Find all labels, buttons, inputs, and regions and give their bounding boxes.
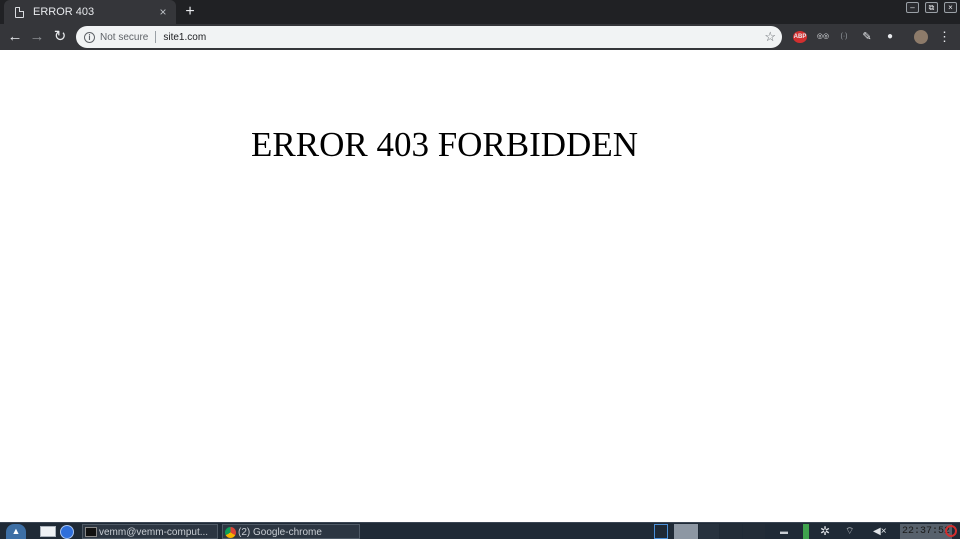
terminal-icon: [85, 527, 97, 538]
tab-title: ERROR 403: [33, 6, 95, 18]
page-title: ERROR 403 FORBIDDEN: [251, 125, 638, 164]
settings-icon[interactable]: ✲: [820, 524, 834, 539]
battery-icon[interactable]: [803, 524, 809, 539]
minimize-button[interactable]: –: [906, 2, 919, 13]
taskbar-item-terminal[interactable]: vemm@vemm-comput...: [82, 524, 218, 539]
volume-muted-icon[interactable]: ◀×: [873, 524, 889, 539]
tab-strip: ERROR 403 × + – ⧉ ×: [0, 0, 960, 24]
forward-button[interactable]: →: [27, 26, 47, 48]
restore-button[interactable]: ⧉: [925, 2, 938, 13]
page-content: ERROR 403 FORBIDDEN: [0, 50, 960, 522]
new-tab-button[interactable]: +: [181, 2, 199, 22]
workspace-3[interactable]: [720, 524, 742, 539]
arch-start-icon[interactable]: ▲: [6, 524, 26, 539]
broadcast-icon[interactable]: (·): [837, 31, 851, 43]
browser-launcher-icon[interactable]: [60, 525, 74, 539]
wifi-icon[interactable]: ⌔: [845, 524, 861, 539]
workspace-1[interactable]: [674, 524, 698, 539]
power-icon[interactable]: [945, 525, 957, 537]
task-label: (2) Google-chrome: [238, 527, 322, 538]
show-desktop-icon[interactable]: [654, 524, 668, 539]
security-status[interactable]: Not secure: [100, 32, 148, 43]
workspace-2[interactable]: [699, 524, 719, 539]
close-window-button[interactable]: ×: [944, 2, 957, 13]
pen-icon[interactable]: ✎: [860, 31, 874, 43]
back-button[interactable]: ←: [5, 26, 25, 48]
menu-icon[interactable]: ⋮: [938, 30, 951, 43]
task-label: vemm@vemm-comput...: [99, 527, 209, 538]
browser-tab[interactable]: ERROR 403 ×: [4, 0, 176, 24]
file-manager-icon[interactable]: [40, 526, 56, 537]
circle-icon[interactable]: ●: [883, 31, 897, 43]
info-icon[interactable]: i: [84, 31, 95, 43]
taskbar-item-chrome[interactable]: (2) Google-chrome: [222, 524, 360, 539]
omnibox-separator: [155, 31, 157, 43]
spy-glasses-icon[interactable]: ◎◎: [814, 31, 832, 43]
tab-close-icon[interactable]: ×: [156, 5, 170, 19]
avatar[interactable]: [914, 30, 928, 44]
browser-toolbar: ← → ↻ i Not secure site1.com ☆ ABP ◎◎ (·…: [0, 24, 960, 50]
bookmark-star-icon[interactable]: ☆: [764, 29, 776, 45]
page-icon: [15, 6, 24, 18]
workspace-4[interactable]: [743, 524, 765, 539]
network-indicator-icon[interactable]: ▬: [780, 524, 794, 539]
chrome-icon: [225, 526, 236, 538]
reload-button[interactable]: ↻: [50, 26, 70, 48]
address-bar[interactable]: i Not secure site1.com ☆: [76, 26, 782, 48]
taskbar: ▲ vemm@vemm-comput... (2) Google-chrome …: [0, 522, 960, 539]
adblock-plus-icon[interactable]: ABP: [793, 31, 807, 43]
url-text[interactable]: site1.com: [163, 32, 764, 43]
